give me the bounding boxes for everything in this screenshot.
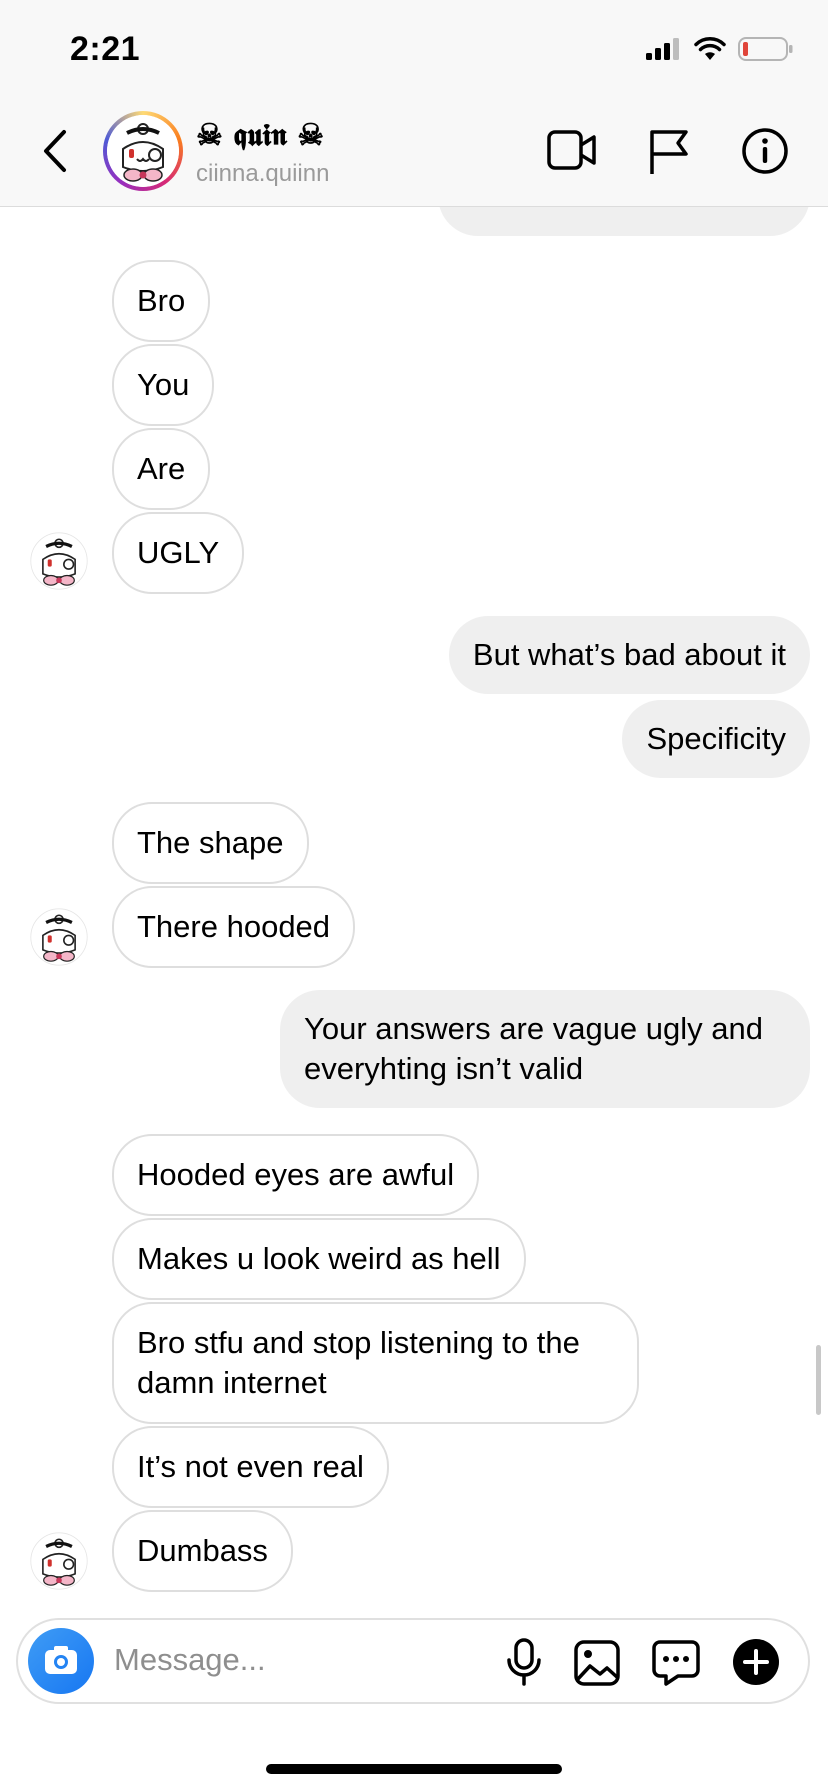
message-bubble-incoming[interactable]: Bro (112, 260, 211, 342)
message-bubble-incoming[interactable]: Bro stfu and stop listening to the damn … (112, 1302, 639, 1424)
header-mask (0, 100, 828, 207)
message-bubble-incoming[interactable]: Hooded eyes are awful (112, 1134, 480, 1216)
message-bubble-incoming[interactable]: The shape (112, 802, 309, 884)
message-line: damn internet (137, 1365, 327, 1400)
message-bubble-incoming[interactable]: UGLY (112, 512, 245, 594)
message-bubble-incoming[interactable]: Dumbass (112, 1510, 293, 1592)
message-bubble-incoming[interactable]: Makes u look weird as hell (112, 1218, 526, 1300)
message-bubble-outgoing[interactable]: But what’s bad about it (448, 616, 810, 694)
status-bar: 2:21 (0, 0, 828, 100)
wifi-icon (694, 37, 726, 60)
camera-button[interactable] (28, 1628, 94, 1694)
camera-icon (45, 1646, 77, 1674)
chat-bubble-icon[interactable] (652, 1638, 700, 1686)
sender-avatar-image (30, 908, 88, 966)
status-icons (646, 36, 794, 62)
sender-avatar[interactable] (30, 532, 88, 590)
sender-avatar[interactable] (30, 1532, 88, 1590)
sender-avatar[interactable] (30, 908, 88, 966)
message-bubble-incoming[interactable]: It’s not even real (112, 1426, 389, 1508)
message-bubble-incoming[interactable]: Are (112, 428, 211, 510)
message-line: everyhting isn’t valid (304, 1051, 584, 1086)
sender-avatar-image (30, 1532, 88, 1590)
message-bubble-incoming[interactable]: There hooded (112, 886, 356, 968)
home-indicator (266, 1764, 562, 1774)
scroll-indicator[interactable] (816, 1345, 821, 1415)
message-bubble-outgoing[interactable]: Specificity (622, 700, 810, 778)
message-line: Your answers are vague ugly and (304, 1011, 763, 1046)
battery-icon (738, 37, 793, 61)
message-line: Bro stfu and stop listening to the (137, 1325, 580, 1360)
cellular-signal-icon (646, 38, 679, 60)
status-time: 2:21 (70, 30, 141, 68)
plus-icon[interactable] (732, 1638, 780, 1686)
microphone-icon[interactable] (504, 1638, 544, 1686)
message-bubble-incoming[interactable]: You (112, 344, 215, 426)
message-bubble-outgoing[interactable]: Your answers are vague ugly and everyhti… (280, 990, 810, 1108)
sender-avatar-image (30, 532, 88, 590)
image-icon[interactable] (574, 1640, 620, 1686)
message-input[interactable]: Message... (114, 1642, 266, 1678)
message-composer: Message... (16, 1618, 810, 1704)
